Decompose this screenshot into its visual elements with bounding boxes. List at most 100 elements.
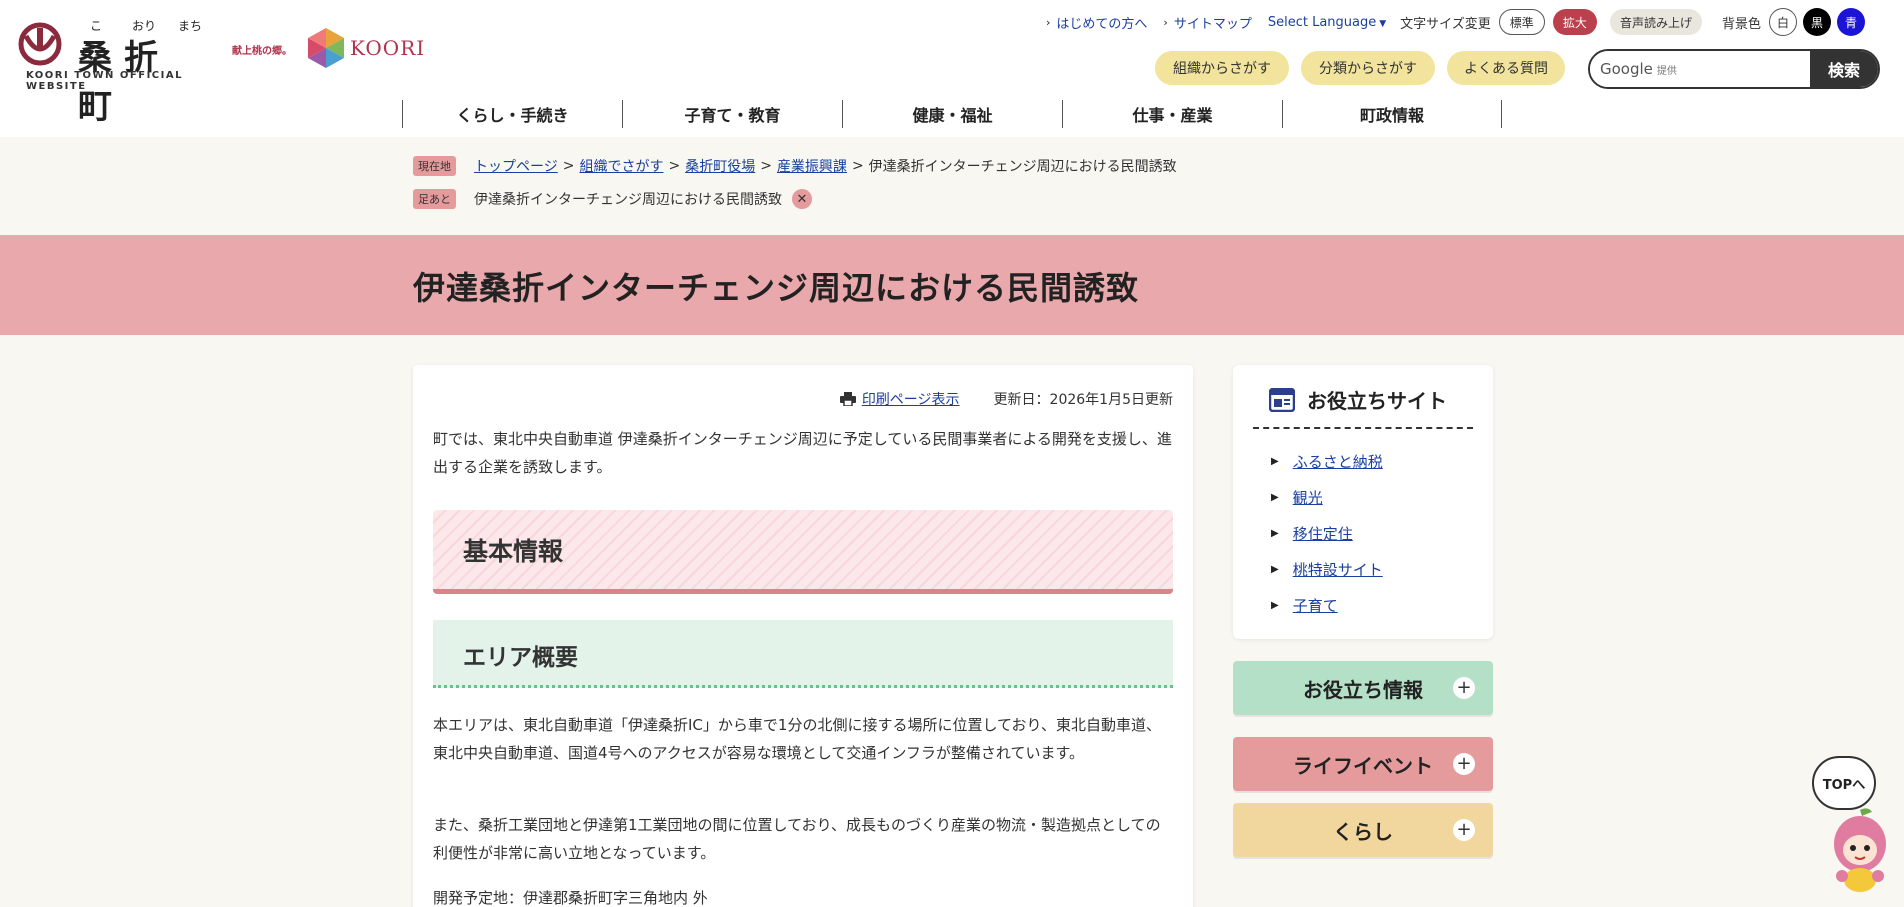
breadcrumb-town-office[interactable]: 桑折町役場 bbox=[685, 156, 755, 176]
logo-subtitle: KOORI TOWN OFFICIAL WEBSITE bbox=[26, 70, 183, 92]
breadcrumb: 現在地 トップページ > 組織でさがす > 桑折町役場 > 産業振興課 > 伊達… bbox=[413, 156, 1177, 176]
useful-sites-title: お役立ちサイト bbox=[1307, 389, 1447, 413]
gnav-health[interactable]: 健康・福祉 bbox=[842, 100, 1062, 128]
triangle-right-icon: ▶ bbox=[1271, 491, 1279, 503]
font-size-large-button[interactable]: 拡大 bbox=[1552, 9, 1597, 35]
site-header: こ おり まち 桑折町 KOORI TOWN OFFICIAL WEBSITE … bbox=[0, 0, 1904, 137]
useful-sites-card: お役立ちサイト ▶ ふるさと納税 ▶ 観光 ▶ 移住定住 ▶ 桃特設サイト ▶ 子育て bbox=[1233, 365, 1493, 639]
language-select[interactable]: Select Language ▼ bbox=[1268, 15, 1386, 30]
gnav-living[interactable]: くらし・手続き bbox=[402, 100, 622, 128]
triangle-right-icon: ▶ bbox=[1271, 599, 1279, 611]
search-shortcuts: 組織からさがす 分類からさがす よくある質問 bbox=[1155, 51, 1577, 85]
sitemap-link[interactable]: › サイトマップ bbox=[1163, 13, 1251, 32]
voice-reader: 音声読み上げ bbox=[1610, 9, 1703, 35]
search-input[interactable] bbox=[1590, 51, 1810, 87]
triangle-right-icon: ▶ bbox=[1271, 527, 1279, 539]
tourism-link[interactable]: 観光 bbox=[1293, 487, 1323, 508]
plus-icon: + bbox=[1453, 677, 1475, 699]
search-by-organization-button[interactable]: 組織からさがす bbox=[1155, 51, 1289, 85]
search-button[interactable]: 検索 bbox=[1810, 51, 1878, 87]
triangle-right-icon: ▶ bbox=[1271, 455, 1279, 467]
utility-links: › はじめての方へ › サイトマップ Select Language ▼ 文字サイズ変… bbox=[1046, 9, 1597, 35]
printer-icon bbox=[839, 392, 856, 406]
intro-text: 町では、東北中央自動車道 伊達桑折インターチェンジ周辺に予定している民間事業者に… bbox=[433, 430, 1172, 476]
footprint-tag: 足あと bbox=[413, 189, 456, 209]
gnav-childcare[interactable]: 子育て・教育 bbox=[622, 100, 842, 128]
accordion-living[interactable]: くらし + bbox=[1233, 803, 1493, 857]
accordion-useful-info[interactable]: お役立ち情報 + bbox=[1233, 661, 1493, 715]
site-logo[interactable]: こ おり まち 桑折町 KOORI TOWN OFFICIAL WEBSITE bbox=[18, 16, 208, 127]
chevron-right-icon: › bbox=[1046, 15, 1051, 29]
list-item: ▶ 桃特設サイト bbox=[1271, 551, 1383, 587]
sitemap-label: サイトマップ bbox=[1173, 16, 1252, 32]
triangle-right-icon: ▶ bbox=[1271, 563, 1279, 575]
global-nav: くらし・手続き 子育て・教育 健康・福祉 仕事・産業 町政情報 bbox=[402, 100, 1502, 128]
article-card: 印刷ページ表示 更新日：2026年1月5日更新 町では、東北中央自動車道 伊達桑… bbox=[413, 365, 1193, 907]
subsection-heading-area: エリア概要 bbox=[433, 620, 1173, 688]
list-item: ▶ 移住定住 bbox=[1271, 515, 1383, 551]
section-heading-text: 基本情報 bbox=[463, 537, 564, 566]
gnav-government[interactable]: 町政情報 bbox=[1282, 100, 1502, 128]
area-description-1: 本エリアは、東北自動車道「伊達桑折IC」から車で1分の北側に接する場所に位置して… bbox=[433, 716, 1161, 762]
breadcrumb-current: 伊達桑折インターチェンジ周辺における民間誘致 bbox=[868, 159, 1177, 175]
window-icon bbox=[1269, 387, 1295, 412]
brand-hexagon-icon bbox=[308, 28, 344, 68]
bg-white-button[interactable]: 白 bbox=[1769, 8, 1798, 36]
breadcrumb-separator: > bbox=[562, 158, 575, 174]
page-title: 伊達桑折インターチェンジ周辺における民間誘致 bbox=[413, 269, 1140, 307]
subsection-heading-text: エリア概要 bbox=[463, 645, 578, 671]
plus-icon: + bbox=[1453, 819, 1475, 841]
gnav-work[interactable]: 仕事・産業 bbox=[1062, 100, 1282, 128]
list-item: ▶ 子育て bbox=[1271, 587, 1383, 623]
print-link[interactable]: 印刷ページ表示 bbox=[839, 389, 960, 409]
breadcrumb-separator: > bbox=[760, 158, 772, 174]
peach-site-link[interactable]: 桃特設サイト bbox=[1293, 559, 1383, 580]
chevron-right-icon: › bbox=[1163, 15, 1168, 29]
list-item: ▶ ふるさと納税 bbox=[1271, 443, 1383, 479]
font-size-label: 文字サイズ変更 bbox=[1400, 16, 1491, 32]
furusato-tax-link[interactable]: ふるさと納税 bbox=[1293, 451, 1383, 472]
plus-icon: + bbox=[1453, 753, 1475, 775]
breadcrumb-organization[interactable]: 組織でさがす bbox=[579, 156, 663, 176]
brand-tagline: 献上桃の郷。 bbox=[232, 46, 292, 57]
useful-sites-heading: お役立ちサイト bbox=[1269, 385, 1447, 414]
breadcrumb-separator: > bbox=[668, 158, 681, 174]
language-label: Select Language bbox=[1267, 14, 1377, 30]
bg-blue-button[interactable]: 青 bbox=[1837, 8, 1866, 36]
title-band: 伊達桑折インターチェンジ周辺における民間誘致 bbox=[0, 235, 1904, 335]
voice-read-button[interactable]: 音声読み上げ bbox=[1610, 9, 1703, 35]
accordion-life-events[interactable]: ライフイベント + bbox=[1233, 737, 1493, 791]
current-location-tag: 現在地 bbox=[413, 156, 456, 176]
accordion-label: ライフイベント bbox=[1293, 753, 1433, 778]
beginners-link[interactable]: › はじめての方へ bbox=[1046, 13, 1147, 32]
breadcrumb-top[interactable]: トップページ bbox=[474, 156, 558, 176]
font-size-standard-button[interactable]: 標準 bbox=[1498, 9, 1545, 35]
town-emblem-icon bbox=[18, 22, 62, 66]
bg-black-button[interactable]: 黒 bbox=[1803, 8, 1832, 36]
relocation-link[interactable]: 移住定住 bbox=[1293, 523, 1353, 544]
print-label: 印刷ページ表示 bbox=[861, 392, 960, 408]
close-icon[interactable]: ✕ bbox=[792, 189, 812, 209]
site-search: Google 提供 検索 bbox=[1588, 49, 1880, 89]
beginners-label: はじめての方へ bbox=[1056, 16, 1148, 32]
footprint: 足あと 伊達桑折インターチェンジ周辺における民間誘致 ✕ bbox=[413, 189, 812, 209]
caret-down-icon: ▼ bbox=[1379, 18, 1387, 29]
article-meta: 印刷ページ表示 更新日：2026年1月5日更新 bbox=[839, 389, 1173, 409]
development-site: 開発予定地：伊達郡桑折町字三角地内 外 bbox=[433, 889, 708, 907]
faq-button[interactable]: よくある質問 bbox=[1447, 51, 1565, 85]
bg-color-label: 背景色 bbox=[1722, 16, 1762, 32]
childcare-link[interactable]: 子育て bbox=[1293, 595, 1338, 616]
area-description-2: また、桑折工業団地と伊達第1工業団地の間に位置しており、成長ものづくり産業の物流… bbox=[433, 816, 1161, 862]
breadcrumb-industry-dept[interactable]: 産業振興課 bbox=[777, 156, 847, 176]
brand-name: KOORI bbox=[350, 36, 426, 60]
footprint-item[interactable]: 伊達桑折インターチェンジ周辺における民間誘致 bbox=[474, 189, 782, 209]
koori-brand-logo[interactable]: 献上桃の郷。 KOORI bbox=[232, 26, 432, 70]
divider bbox=[1253, 427, 1473, 429]
section-heading-basic-info: 基本情報 bbox=[433, 510, 1173, 594]
updated-date: 更新日：2026年1月5日更新 bbox=[993, 392, 1173, 408]
search-by-category-button[interactable]: 分類からさがす bbox=[1301, 51, 1435, 85]
breadcrumb-separator: > bbox=[851, 158, 864, 174]
accordion-label: くらし bbox=[1333, 819, 1393, 844]
mascot-icon[interactable] bbox=[1828, 806, 1892, 896]
back-to-top-button[interactable]: TOPへ bbox=[1812, 756, 1876, 810]
